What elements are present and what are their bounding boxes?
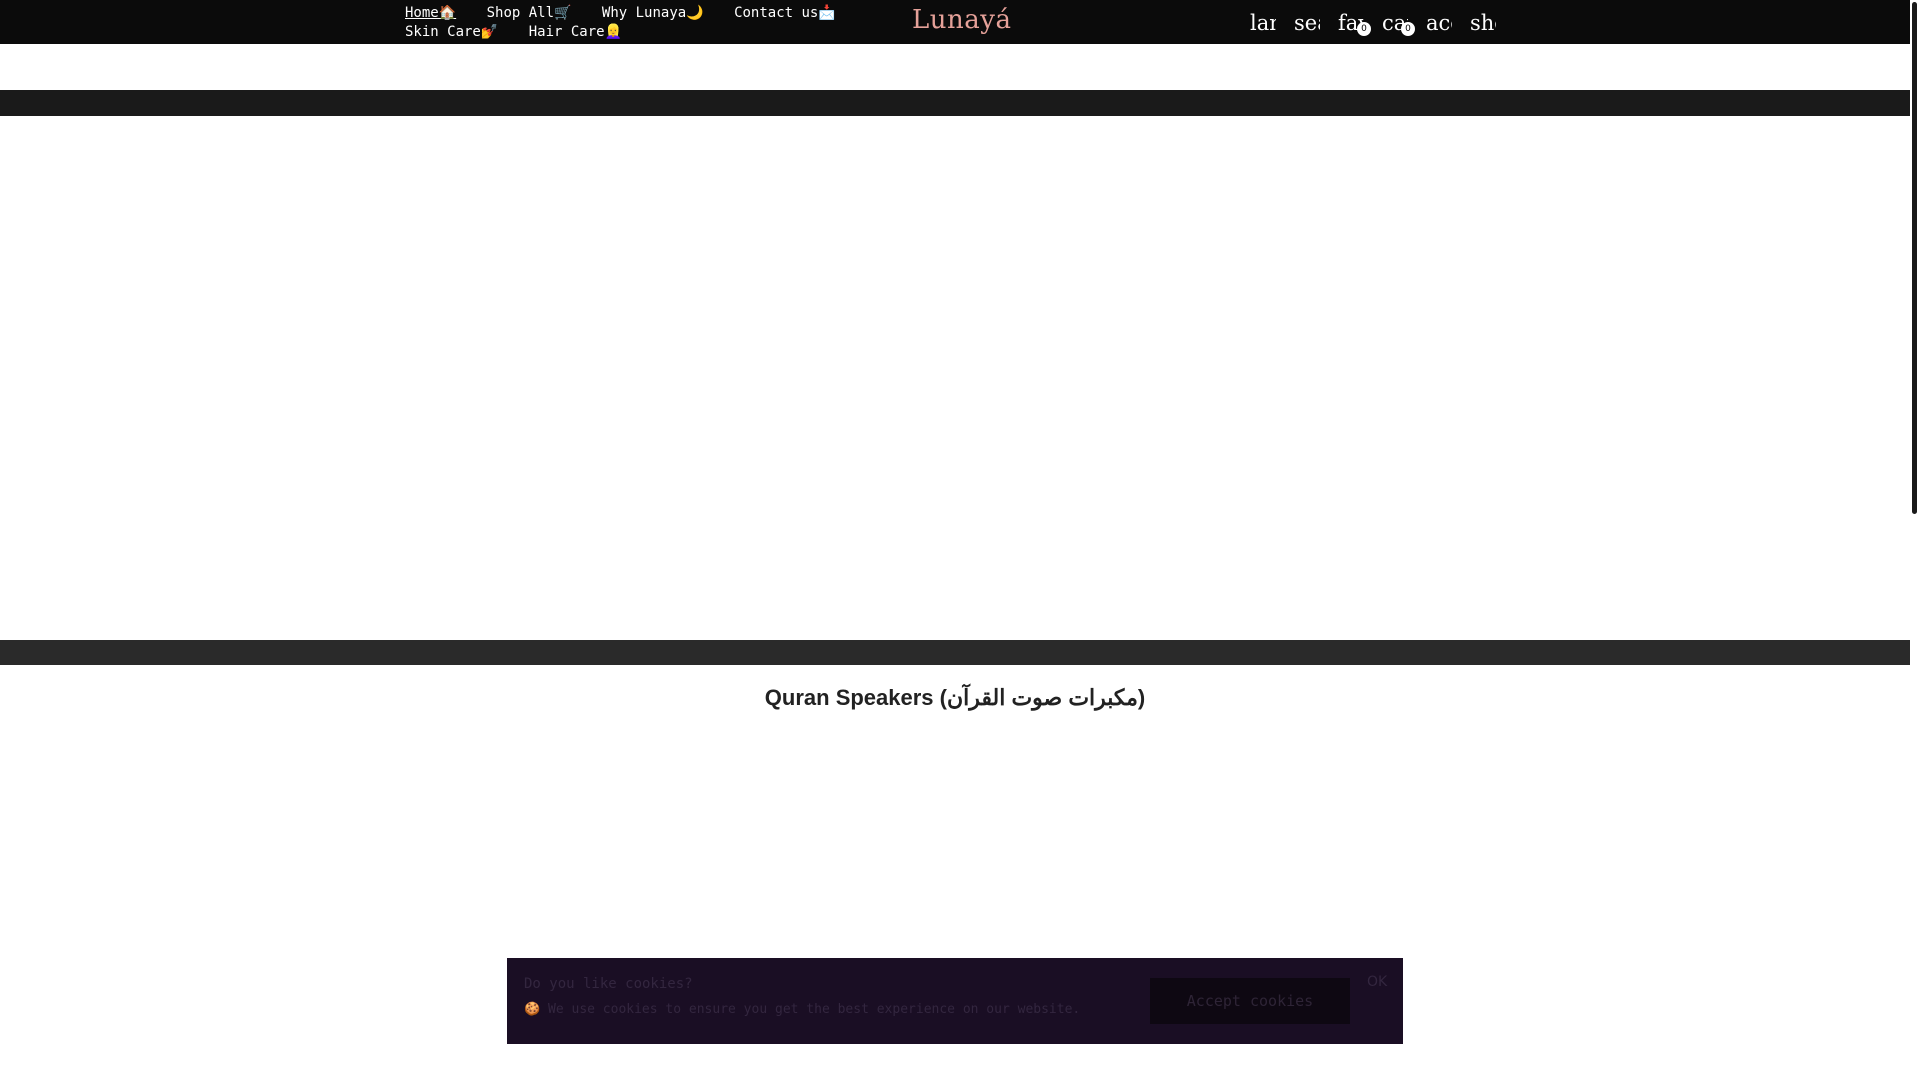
accept-cookies-button[interactable]: Accept cookies [1150,978,1350,1024]
cookie-close-button[interactable]: OK [1367,974,1387,990]
shop-icon[interactable]: shop [1470,10,1496,36]
main-nav: Home🏠 Shop All🛒 Why Lunaya🌙 Contact us📩 … [405,4,865,42]
nav-item-shop-all[interactable]: Shop All🛒 [487,4,572,23]
nav-item-home[interactable]: Home🏠 [405,4,456,23]
cookie-text: 🍪 We use cookies to ensure you get the b… [524,1002,1081,1017]
brand-logo[interactable]: Lunayá [912,5,1011,35]
announcement-bar [0,90,1910,116]
nav-item-hair-care[interactable]: Hair Care👱‍♀️ [529,23,622,42]
language-icon[interactable]: language [1250,10,1276,36]
cookie-message: We use cookies to ensure you get the bes… [548,1002,1081,1017]
cookie-banner: Do you like cookies? 🍪 We use cookies to… [507,958,1403,1044]
favorites-count-badge: 0 [1357,22,1371,36]
cart-count-badge: 0 [1401,22,1415,36]
nav-item-contact[interactable]: Contact us📩 [734,4,836,23]
nav-item-why-lunaya[interactable]: Why Lunaya🌙 [602,4,704,23]
account-icon[interactable]: account [1426,10,1452,36]
search-icon[interactable]: search [1294,10,1320,36]
collection-title: Quran Speakers (مكبرات صوت القرآن) [764,684,1146,710]
nav-item-skin-care[interactable]: Skin Care💅 [405,23,498,42]
cookie-title: Do you like cookies? [524,976,693,992]
collection-banner-bar [0,640,1910,665]
scrollbar-thumb[interactable] [1912,2,1917,514]
site-header: Home🏠 Shop All🛒 Why Lunaya🌙 Contact us📩 … [0,0,1910,44]
